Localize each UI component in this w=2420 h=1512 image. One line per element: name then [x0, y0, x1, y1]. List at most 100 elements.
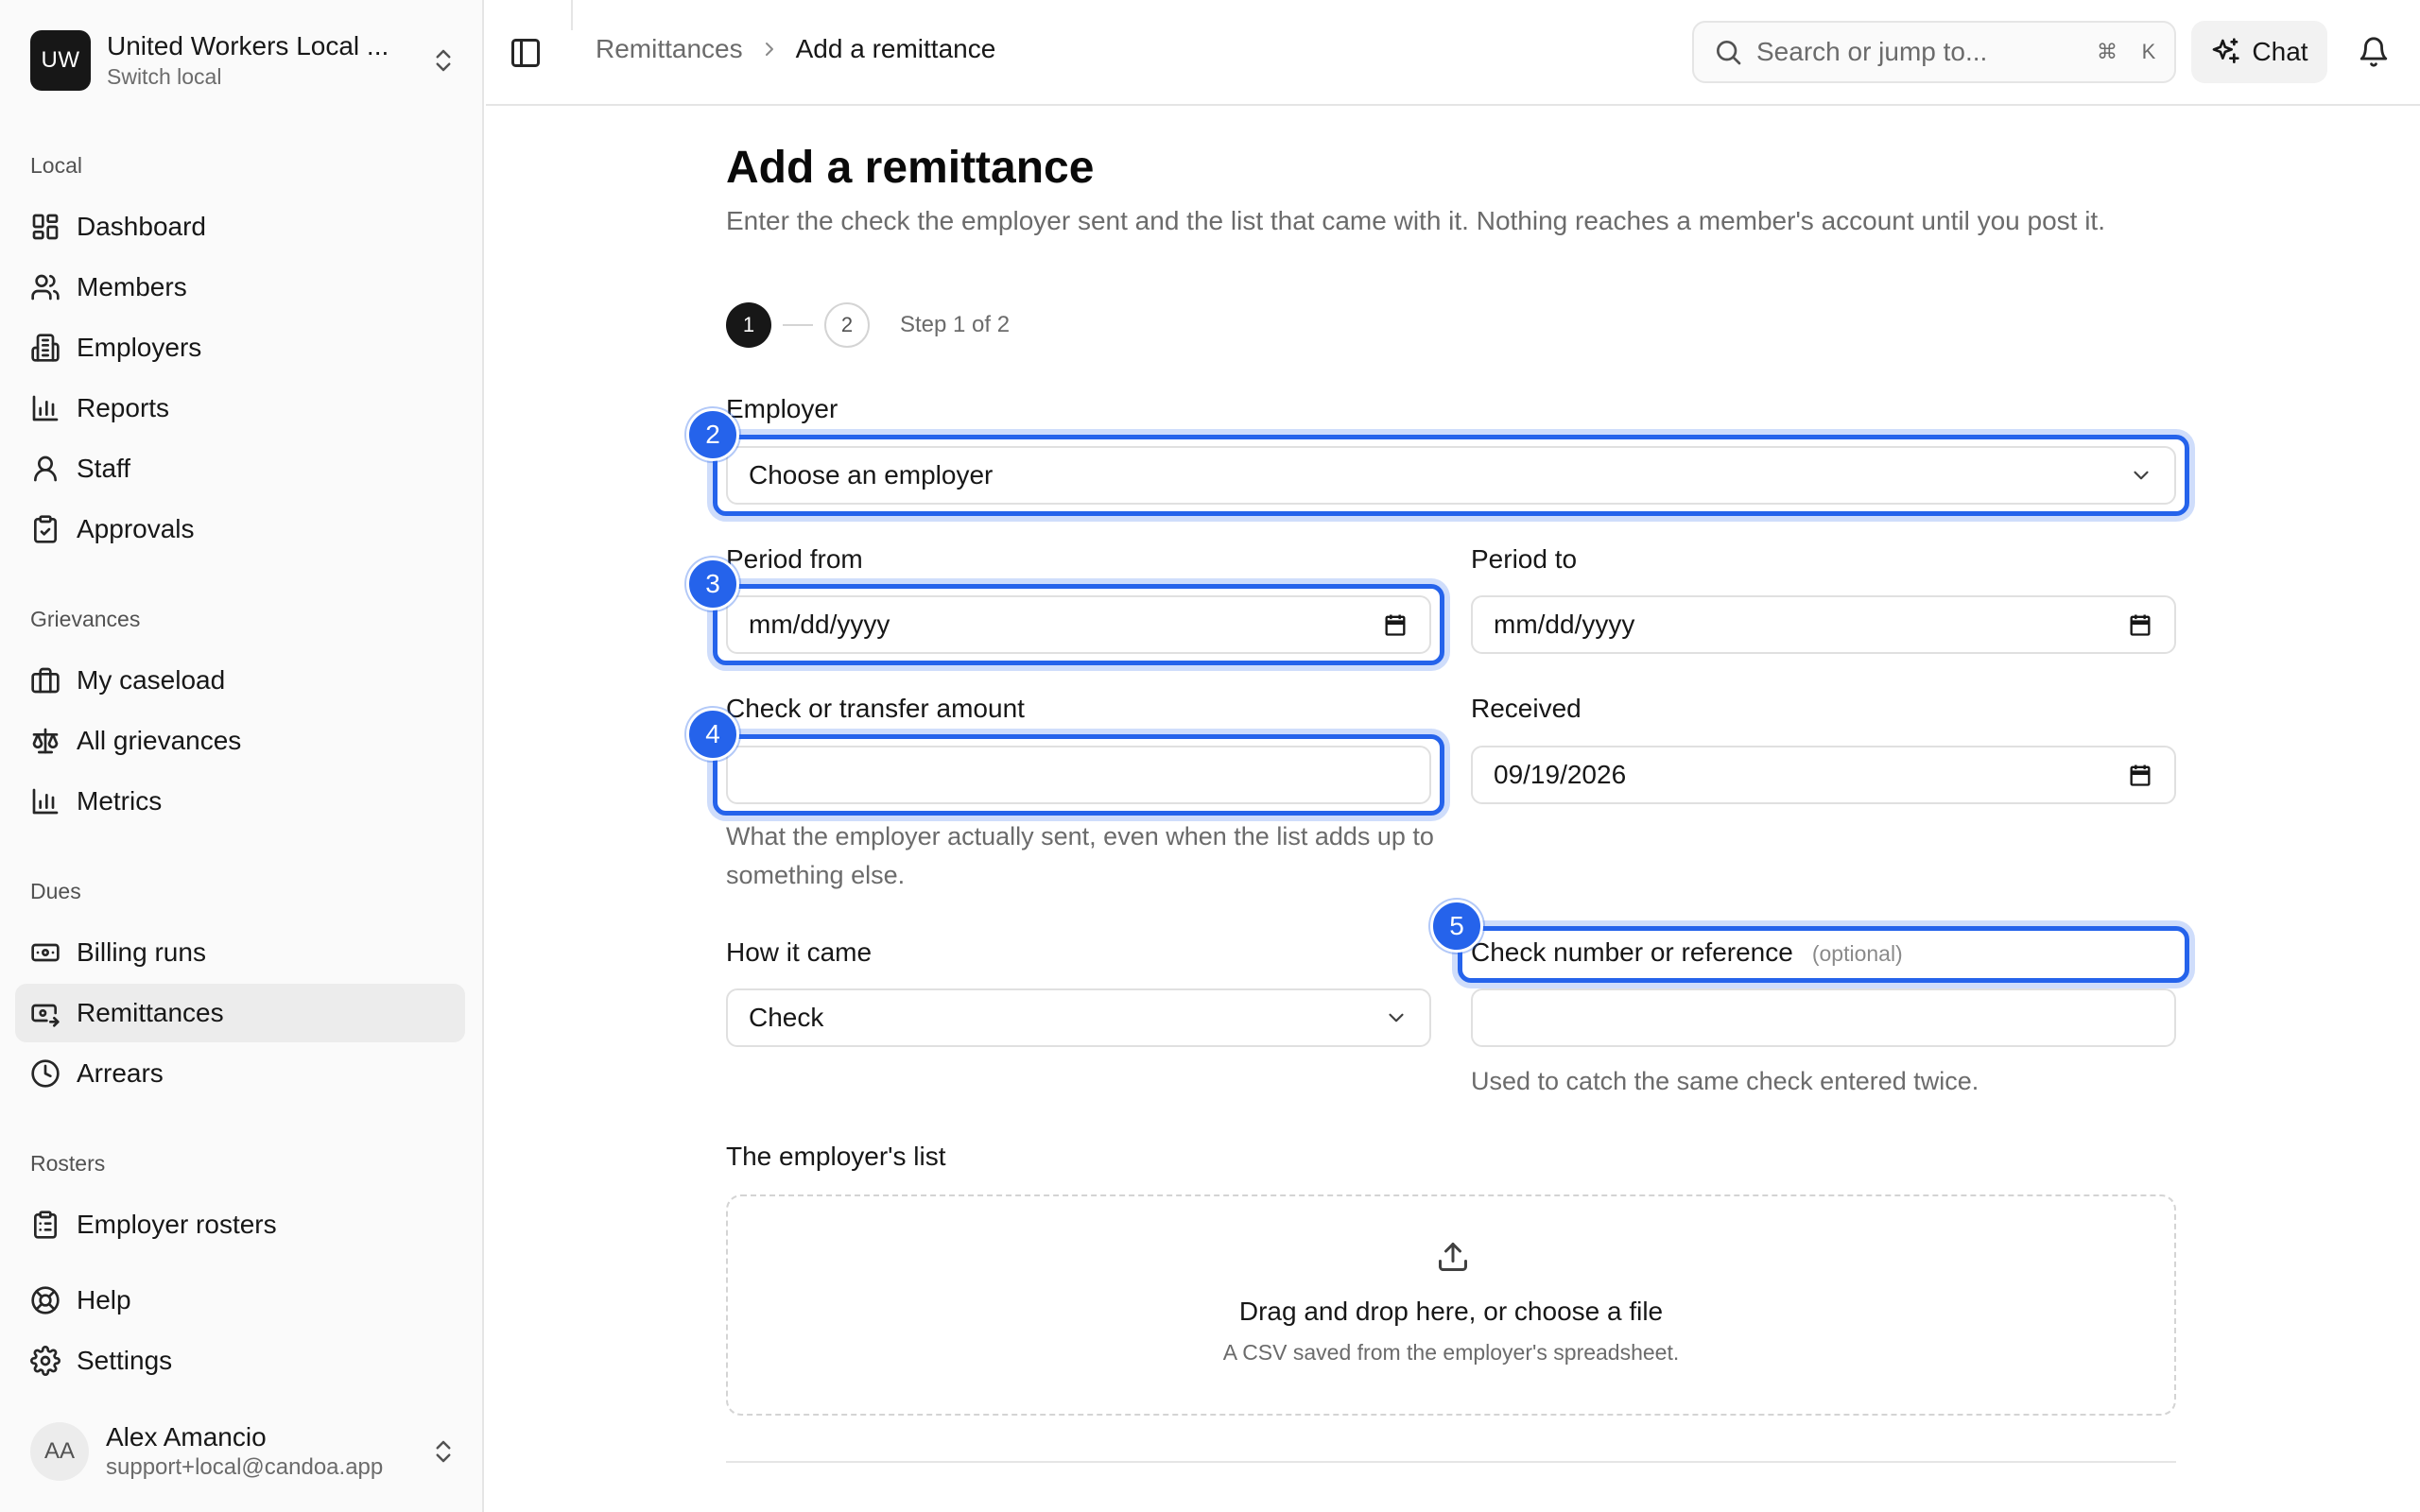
- section-label-local: Local: [30, 153, 82, 178]
- sidebar: UW United Workers Local ... Switch local…: [0, 0, 484, 1512]
- sidebar-item-my-caseload[interactable]: My caseload: [15, 651, 465, 710]
- section-label-grievances: Grievances: [30, 607, 141, 631]
- gear-icon: [30, 1346, 60, 1376]
- sidebar-item-reports[interactable]: Reports: [15, 379, 465, 438]
- sidebar-item-label: Approvals: [77, 514, 195, 543]
- dropzone-title: Drag and drop here, or choose a file: [1238, 1297, 1664, 1326]
- sidebar-item-all-grievances[interactable]: All grievances: [15, 712, 465, 770]
- clock-icon: [31, 1059, 60, 1088]
- sidebar-item-label: Employer rosters: [77, 1210, 277, 1239]
- clipboard-list-icon: [34, 1211, 57, 1239]
- sidebar-item-metrics[interactable]: Metrics: [15, 772, 465, 831]
- shortcut-mod-key: ⌘: [2097, 40, 2118, 63]
- sidebar-item-label: My caseload: [77, 665, 226, 695]
- shortcut-key: K: [2141, 40, 2156, 63]
- file-dropzone[interactable]: Drag and drop here, or choose a file A C…: [726, 1194, 2176, 1416]
- avatar: AA: [30, 1422, 89, 1481]
- annotation-badge-5: 5: [1430, 900, 1483, 953]
- period-from-date-input[interactable]: mm/dd/yyyy: [726, 595, 1431, 654]
- sidebar-item-label: All grievances: [77, 726, 242, 755]
- sidebar-item-label: Metrics: [77, 786, 163, 816]
- sidebar-toggle-icon[interactable]: [509, 36, 543, 70]
- chevron-right-icon: [765, 43, 773, 56]
- org-name: United Workers Local ...: [107, 31, 389, 60]
- annotation-badge-2: 2: [686, 408, 739, 461]
- user-menu[interactable]: AA Alex Amancio support+local@candoa.app: [30, 1418, 458, 1486]
- chevron-down-icon: [1389, 1013, 1404, 1022]
- sidebar-item-label: Dashboard: [77, 212, 206, 241]
- breadcrumb-remittances-link[interactable]: Remittances: [596, 34, 743, 64]
- bell-icon[interactable]: [2358, 36, 2390, 68]
- step-1: 1: [726, 302, 771, 348]
- chevrons-up-down-icon: [436, 1440, 451, 1463]
- reference-hint: Used to catch the same check entered twi…: [1471, 1067, 1979, 1095]
- sidebar-item-approvals[interactable]: Approvals: [15, 500, 465, 558]
- building-icon: [31, 334, 60, 362]
- sidebar-item-employer-rosters[interactable]: Employer rosters: [15, 1195, 465, 1254]
- stepper: 1 2 Step 1 of 2: [726, 302, 1010, 348]
- chat-button[interactable]: Chat: [2191, 21, 2327, 83]
- reference-label-text: Check number or reference: [1471, 937, 1793, 967]
- upload-icon: [1439, 1243, 1467, 1271]
- calendar-icon[interactable]: [1382, 611, 1409, 638]
- section-label-rosters: Rosters: [30, 1151, 106, 1176]
- local-switcher[interactable]: UW United Workers Local ... Switch local: [30, 28, 458, 93]
- breadcrumb: Remittances Add a remittance: [596, 34, 995, 64]
- reference-label: Check number or reference (optional): [1471, 937, 1903, 968]
- sidebar-item-label: Help: [77, 1285, 131, 1314]
- optional-tag: (optional): [1811, 941, 1903, 966]
- section-label-dues: Dues: [30, 879, 81, 903]
- amount-input[interactable]: [726, 746, 1431, 804]
- dashboard-icon: [32, 214, 59, 240]
- chevrons-up-down-icon: [436, 49, 451, 72]
- calendar-icon[interactable]: [2127, 611, 2153, 638]
- chevron-down-icon: [2134, 471, 2149, 480]
- employer-select[interactable]: Choose an employer: [726, 446, 2176, 505]
- sidebar-item-members[interactable]: Members: [15, 258, 465, 317]
- banknote-icon: [31, 943, 60, 962]
- sidebar-item-help[interactable]: Help: [15, 1271, 465, 1330]
- sidebar-item-employers[interactable]: Employers: [15, 318, 465, 377]
- upload-label: The employer's list: [726, 1142, 946, 1171]
- reference-input[interactable]: [1471, 988, 2176, 1047]
- divider: [571, 0, 573, 30]
- method-label: How it came: [726, 937, 873, 967]
- sidebar-item-dashboard[interactable]: Dashboard: [15, 198, 465, 256]
- sidebar-item-remittances[interactable]: Remittances: [15, 984, 465, 1042]
- sidebar-item-label: Employers: [77, 333, 202, 362]
- amount-hint: What the employer actually sent, even wh…: [726, 822, 1434, 889]
- method-select[interactable]: Check: [726, 988, 1431, 1047]
- received-value: 09/19/2026: [1494, 760, 1627, 789]
- page-description: Enter the check the employer sent and th…: [726, 206, 2105, 235]
- life-buoy-icon: [31, 1286, 60, 1314]
- sidebar-item-label: Billing runs: [77, 937, 206, 967]
- sidebar-item-label: Arrears: [77, 1058, 164, 1088]
- user-icon: [34, 455, 57, 482]
- sidebar-item-settings[interactable]: Settings: [15, 1332, 465, 1390]
- sparkles-icon: [2213, 38, 2240, 63]
- period-to-date-input[interactable]: mm/dd/yyyy: [1471, 595, 2176, 654]
- users-icon: [31, 274, 60, 301]
- received-date-input[interactable]: 09/19/2026: [1471, 746, 2176, 804]
- employer-label: Employer: [726, 394, 838, 423]
- calendar-icon[interactable]: [2127, 762, 2153, 788]
- scale-icon: [32, 728, 59, 754]
- received-label: Received: [1471, 694, 1582, 723]
- main-content: Add a remittance Enter the check the emp…: [486, 108, 2420, 1512]
- step-connector: [783, 324, 813, 326]
- bar-chart-icon: [32, 788, 59, 815]
- clipboard-check-icon: [34, 515, 57, 543]
- sidebar-item-billing-runs[interactable]: Billing runs: [15, 923, 465, 982]
- search-input[interactable]: Search or jump to... ⌘ K: [1692, 21, 2176, 83]
- annotation-badge-3: 3: [686, 558, 739, 610]
- chat-button-label: Chat: [2252, 37, 2308, 66]
- sidebar-item-label: Settings: [77, 1346, 173, 1375]
- period-to-value: mm/dd/yyyy: [1494, 610, 1635, 639]
- sidebar-item-staff[interactable]: Staff: [15, 439, 465, 498]
- remittance-icon: [31, 1004, 60, 1027]
- breadcrumb-current: Add a remittance: [795, 34, 996, 63]
- search-placeholder: Search or jump to...: [1756, 37, 1988, 66]
- user-email: support+local@candoa.app: [106, 1454, 384, 1480]
- sidebar-item-arrears[interactable]: Arrears: [15, 1044, 465, 1103]
- period-from-value: mm/dd/yyyy: [749, 610, 890, 639]
